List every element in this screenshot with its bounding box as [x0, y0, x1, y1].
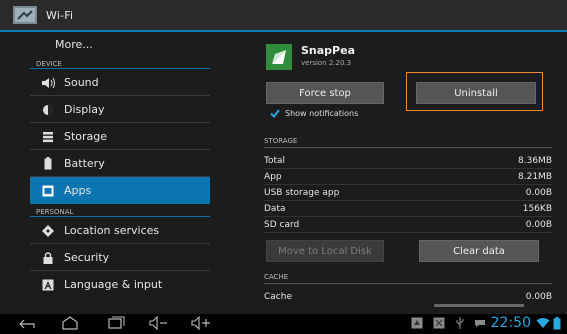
highlight-box — [406, 72, 543, 111]
sidebar-item-label: Language & input — [64, 278, 163, 291]
sidebar-item-apps[interactable]: Apps — [30, 177, 210, 204]
sidebar-item-sound[interactable]: Sound — [30, 69, 210, 96]
app-header: SnapPea version 2.20.3 — [266, 44, 355, 70]
storage-row-usb: USB storage app 0.00B — [264, 185, 552, 201]
settings-list: More... DEVICE Sound Display Storage Bat… — [30, 32, 210, 314]
row-value: 0.00B — [525, 219, 552, 230]
sidebar-item-location[interactable]: Location services — [30, 217, 210, 244]
cache-row: Cache 0.00B — [264, 289, 552, 304]
app-name: SnapPea — [301, 44, 355, 57]
screen: Wi-Fi More... DEVICE Sound Display Stora… — [0, 0, 567, 334]
scrollbar[interactable] — [434, 304, 524, 307]
storage-row-data: Data 156KB — [264, 201, 552, 217]
checkmark-icon — [270, 109, 280, 118]
settings-app-icon[interactable] — [12, 4, 38, 26]
sidebar-item-language[interactable]: Language & input — [30, 271, 210, 298]
row-label: Data — [264, 203, 286, 214]
sidebar-item-storage[interactable]: Storage — [30, 123, 210, 150]
row-value: 8.36MB — [518, 155, 552, 166]
apps-icon — [38, 185, 58, 197]
location-icon — [38, 224, 58, 237]
sidebar-item-label: Location services — [64, 224, 160, 237]
sidebar-item-label: Sound — [64, 76, 99, 89]
sidebar-item-label: Display — [64, 103, 105, 116]
lock-icon — [38, 251, 58, 264]
actionbar-title[interactable]: Wi-Fi — [46, 9, 73, 22]
back-icon[interactable] — [16, 316, 38, 330]
storage-row-sdcard: SD card 0.00B — [264, 217, 552, 233]
cache-header: CACHE — [264, 273, 552, 284]
volume-up-icon[interactable] — [190, 316, 214, 330]
sidebar-item-more[interactable]: More... — [30, 32, 210, 56]
notification-icon — [411, 317, 423, 329]
show-notifications-label: Show notifications — [285, 109, 359, 118]
battery-status-icon — [553, 316, 561, 329]
clock: 22:50 — [490, 315, 531, 331]
volume-down-icon[interactable] — [148, 316, 170, 330]
sidebar-item-label: Security — [64, 251, 110, 264]
row-label: App — [264, 171, 282, 182]
status-area[interactable]: 22:50 — [411, 315, 561, 331]
sidebar-item-battery[interactable]: Battery — [30, 150, 210, 177]
sidebar-item-label: Storage — [64, 130, 108, 143]
app-info-panel: SnapPea version 2.20.3 Force stop Uninst… — [256, 32, 552, 314]
speaker-icon — [38, 77, 58, 89]
brightness-icon — [38, 104, 58, 116]
system-bar: 22:50 — [0, 314, 567, 334]
show-notifications-checkbox[interactable]: Show notifications — [270, 109, 358, 118]
sidebar-item-display[interactable]: Display — [30, 96, 210, 123]
sidebar-item-label: Battery — [64, 157, 105, 170]
row-value: 8.21MB — [518, 171, 552, 182]
row-label: SD card — [264, 219, 300, 230]
storage-header: STORAGE — [264, 137, 552, 148]
row-value: 0.00B — [525, 187, 552, 198]
sidebar-item-label: More... — [55, 37, 93, 51]
notification-icon — [433, 317, 445, 329]
usb-icon — [456, 317, 464, 329]
storage-icon — [38, 131, 58, 143]
keyboard-icon — [38, 279, 58, 291]
section-header-device: DEVICE — [30, 56, 210, 69]
row-label: USB storage app — [264, 187, 340, 198]
section-header-personal: PERSONAL — [30, 204, 210, 217]
storage-row-app: App 8.21MB — [264, 169, 552, 185]
row-value: 156KB — [522, 203, 552, 214]
row-value: 0.00B — [525, 291, 552, 302]
recent-apps-icon[interactable] — [106, 316, 126, 330]
sidebar-item-label: Apps — [64, 184, 92, 197]
storage-row-total: Total 8.36MB — [264, 153, 552, 169]
clear-data-button[interactable]: Clear data — [419, 240, 539, 262]
force-stop-button[interactable]: Force stop — [266, 82, 384, 104]
sidebar-item-security[interactable]: Security — [30, 244, 210, 271]
snappea-app-icon — [266, 44, 292, 70]
battery-icon — [38, 157, 58, 170]
wifi-icon — [536, 318, 550, 328]
home-icon[interactable] — [60, 316, 80, 330]
row-label: Cache — [264, 291, 292, 302]
action-bar: Wi-Fi — [0, 0, 567, 32]
move-to-local-disk-button[interactable]: Move to Local Disk — [266, 240, 384, 262]
app-version: version 2.20.3 — [301, 59, 352, 67]
row-label: Total — [264, 155, 286, 166]
message-icon — [474, 320, 485, 327]
